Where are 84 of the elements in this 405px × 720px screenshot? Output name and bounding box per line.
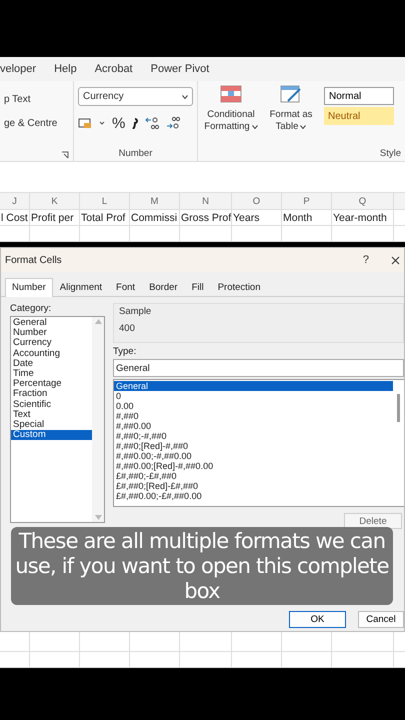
sample-label: Sample [119,306,152,317]
cancel-button[interactable]: Cancel [358,611,404,628]
increase-decimal-icon[interactable] [145,116,160,130]
close-icon[interactable] [391,256,400,264]
table-cell: Profit per [30,210,80,226]
table-cell: Month [282,210,332,226]
category-item[interactable]: Date [11,358,92,370]
type-item[interactable]: #,##0.00 [114,421,393,431]
group-label: Style [380,148,402,161]
table-cell: Total Prof [80,210,130,226]
column-header[interactable]: M [130,193,180,210]
dialog-tab[interactable]: Number [5,278,53,297]
delete-button[interactable]: Delete [344,513,402,529]
type-item[interactable]: General [114,381,393,391]
category-item[interactable]: Fraction [11,389,92,400]
table-cell: Commissi [130,210,180,226]
type-item[interactable]: #,##0;-#,##0 [114,431,393,441]
type-item[interactable]: £#,##0;[Red]-£#,##0 [114,481,393,491]
column-header[interactable]: Q [332,193,394,210]
ribbon-command[interactable]: ge & Centre [4,111,69,135]
table-grid-icon [220,85,242,103]
dialog-title: Format Cells [5,254,63,266]
category-item[interactable]: Custom [11,430,92,440]
type-item[interactable]: #,##0;[Red]-#,##0 [114,441,393,451]
category-item[interactable]: Accounting [11,348,92,359]
dialog-tab[interactable]: Alignment [52,278,110,297]
comma-style-icon[interactable] [132,117,138,129]
category-item[interactable]: Text [11,410,92,420]
number-format-dropdown[interactable]: Currency [78,87,193,106]
type-item[interactable]: £#,##0.00;-£#,##0.00 [114,491,393,501]
type-item[interactable]: #,##0.00;-#,##0.00 [114,451,393,461]
type-item[interactable]: £#,##0;-£#,##0 [114,471,393,481]
column-header[interactable]: L [80,193,130,210]
currency-icon[interactable] [78,117,92,129]
category-label: Category: [10,303,52,314]
ribbon-tab[interactable]: Acrobat [94,63,133,75]
format-as-table-button[interactable]: Format as Table [264,85,318,133]
column-header[interactable]: K [30,193,80,210]
dialog-tab[interactable]: Fill [184,278,211,297]
chevron-down-icon [300,125,306,129]
help-button[interactable]: ? [362,254,369,266]
category-item[interactable]: Time [11,369,92,380]
dialog-launcher-icon[interactable] [61,151,69,159]
cell-style-swatch[interactable]: Normal [324,87,394,105]
dialog-tab[interactable]: Protection [210,278,268,297]
group-label: Number [118,148,154,159]
category-item[interactable]: Currency [11,338,92,349]
column-header[interactable]: J [0,193,30,210]
chevron-down-icon [182,94,188,98]
type-item[interactable]: 0 [114,391,393,401]
table-cell: Gross Prof [180,210,232,226]
category-item[interactable]: Special [11,420,92,430]
ribbon-tab[interactable]: veloper [0,63,36,75]
chevron-down-icon[interactable] [99,121,105,125]
type-item[interactable]: #,##0 [114,411,393,421]
ribbon-tab[interactable]: Power Pivot [150,63,210,75]
caption-toast: These are all multiple formats we can use, if you want to open this complete box [11,527,393,605]
table-brush-icon [280,85,302,103]
type-item[interactable]: 0.00 [114,401,393,411]
dialog-tab[interactable]: Border [142,278,185,297]
type-item[interactable]: #,##0.00;[Red]-#,##0.00 [114,461,393,471]
decrease-decimal-icon[interactable] [166,116,180,130]
conditional-formatting-button[interactable]: Conditional Formatting [204,85,258,133]
sample-value: 400 [119,323,136,334]
chevron-down-icon [252,125,258,129]
type-field[interactable]: General [113,359,404,377]
table-cell: l Cost [0,210,30,226]
column-header[interactable]: N [180,193,232,210]
table-cell: Years [232,210,282,226]
ok-button[interactable]: OK [289,611,346,628]
ribbon-command[interactable]: p Text [4,87,69,111]
category-item[interactable]: General [11,318,92,328]
scrollbar-thumb[interactable] [397,394,400,422]
column-header[interactable]: O [232,193,282,210]
table-cell: Year-month [332,210,394,226]
category-item[interactable]: Percentage [11,379,92,390]
cell-style-swatch[interactable]: Neutral [324,107,394,125]
column-header[interactable]: P [282,193,332,210]
type-label: Type: [113,346,138,357]
percent-button[interactable]: % [112,114,126,132]
ribbon-tab[interactable]: Help [54,63,77,75]
category-item[interactable]: Number [11,328,92,338]
category-item[interactable]: Scientific [11,400,92,410]
dialog-tab[interactable]: Font [109,278,142,297]
